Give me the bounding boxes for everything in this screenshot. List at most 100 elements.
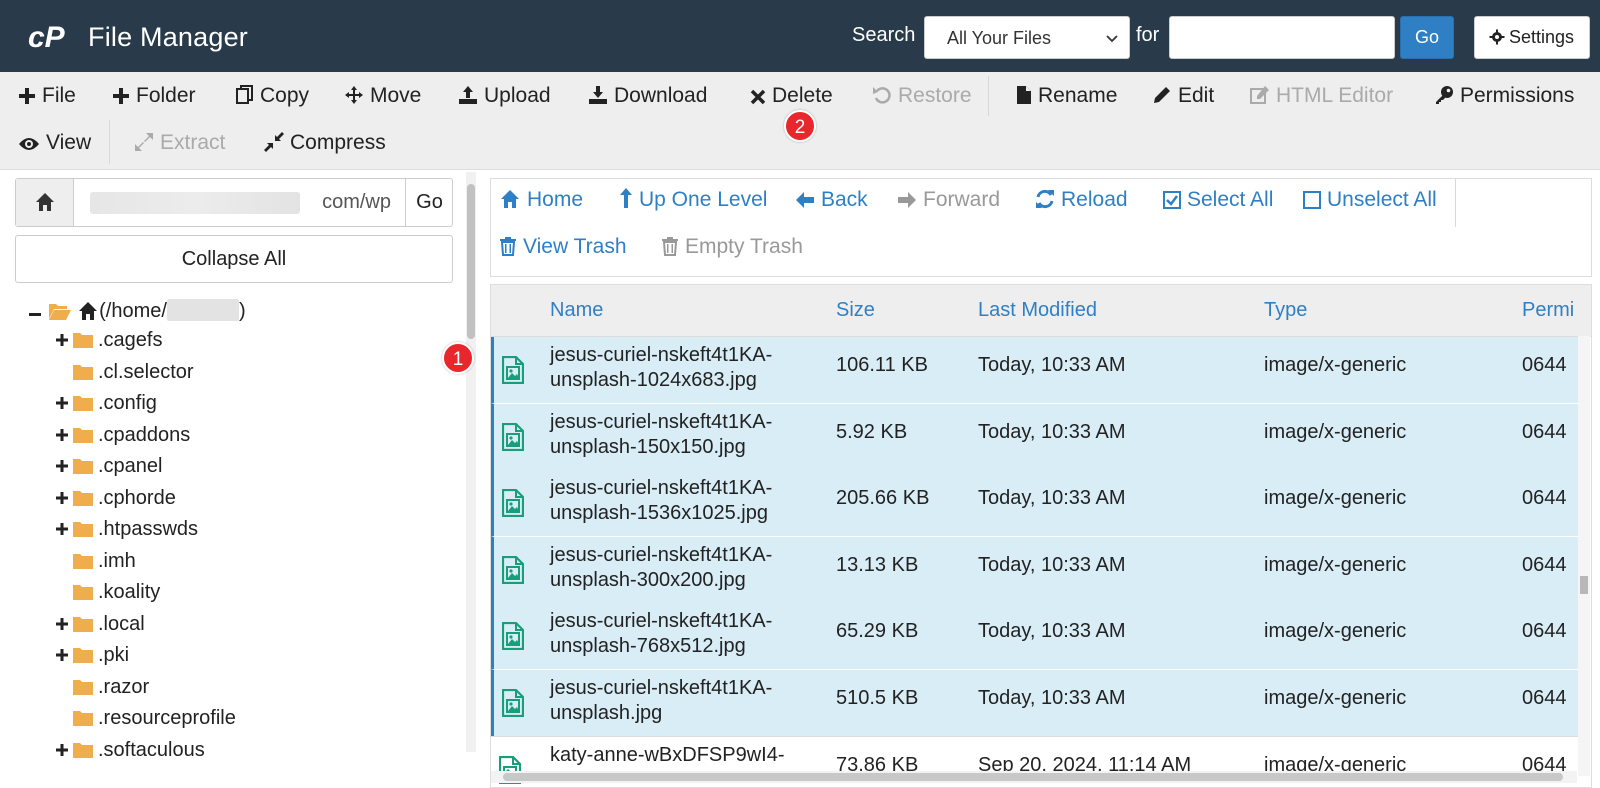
trash-icon [662,237,678,256]
document-icon [1017,86,1031,104]
unselect-all-button[interactable]: Unselect All [1303,185,1437,215]
download-label: Download [614,84,708,107]
collapse-all-button[interactable]: Collapse All [15,235,453,283]
search-scope-select[interactable]: All Your Files [924,16,1130,59]
path-home-button[interactable] [16,179,74,226]
file-type-cell: image/x-generic [1264,420,1407,443]
rename-button[interactable]: Rename [1016,81,1117,111]
file-name-cell[interactable]: jesus-curiel-nskeft4t1KA-unsplash-150x15… [550,410,810,460]
column-header-type[interactable]: Type [1264,299,1307,322]
tree-item-label: .cpanel [98,455,163,477]
reload-button[interactable]: Reload [1035,185,1128,215]
tree-root[interactable]: (/home/) [28,296,246,326]
copy-icon [236,85,253,104]
back-button[interactable]: Back [795,185,868,215]
top-header: cP File Manager Search All Your Files fo… [0,0,1600,72]
table-row[interactable]: jesus-curiel-nskeft4t1KA-unsplash-768x51… [491,603,1581,670]
file-name-line1: katy-anne-wBxDFSP9wI4- [550,744,785,766]
tree-item-label: .cagefs [98,329,163,351]
file-name-cell[interactable]: jesus-curiel-nskeft4t1KA-unsplash-768x51… [550,609,810,659]
extract-button[interactable]: Extract [134,128,225,158]
table-row[interactable]: jesus-curiel-nskeft4t1KA-unsplash-300x20… [491,536,1581,604]
new-file-label: File [42,84,76,107]
folder-icon [73,711,93,726]
table-h-scrollbar-thumb[interactable] [503,773,1563,781]
permissions-button[interactable]: Permissions [1434,81,1574,111]
image-file-icon [502,622,524,650]
view-label: View [46,131,92,154]
file-name-cell[interactable]: jesus-curiel-nskeft4t1KA-unsplash.jpg [550,676,810,726]
file-name-cell[interactable]: jesus-curiel-nskeft4t1KA-unsplash-1536x1… [550,476,810,526]
forward-button[interactable]: Forward [897,185,1000,215]
nav-divider [1455,179,1456,227]
home-icon [79,302,98,320]
tree-root-suffix: ) [238,300,246,322]
path-go-button[interactable]: Go [405,179,453,226]
nav-home-button[interactable]: Home [499,185,583,215]
image-file-icon [502,356,524,384]
html-editor-button[interactable]: HTML Editor [1250,81,1393,111]
settings-button[interactable]: Settings [1474,16,1590,59]
new-file-button[interactable]: File [18,81,76,111]
file-size-cell: 205.66 KB [836,487,930,509]
select-all-button[interactable]: Select All [1163,185,1273,215]
view-button[interactable]: View [18,128,91,158]
last-modified-cell: Today, 10:33 AM [978,420,1126,443]
column-header-name[interactable]: Name [550,299,603,322]
compress-button[interactable]: Compress [264,128,386,158]
table-horizontal-scrollbar[interactable] [491,771,1577,783]
column-header-last-modified[interactable]: Last Modified [978,299,1097,322]
folder-icon [73,459,93,474]
empty-trash-button[interactable]: Empty Trash [661,232,803,262]
image-file-icon [502,422,524,451]
file-name-line1: jesus-curiel-nskeft4t1KA- [550,610,773,632]
up-one-level-button[interactable]: Up One Level [619,185,767,215]
search-go-button[interactable]: Go [1400,16,1454,59]
view-trash-button[interactable]: View Trash [499,232,627,262]
copy-button[interactable]: Copy [236,81,309,111]
nav-home-label: Home [527,188,584,211]
new-folder-button[interactable]: Folder [112,81,196,111]
permissions-label: Permissions [1460,84,1575,107]
reload-label: Reload [1061,188,1128,211]
permissions-cell: 0644 [1522,553,1567,576]
folder-icon [73,490,93,506]
table-vertical-scrollbar[interactable] [1578,336,1590,776]
table-scrollbar-thumb[interactable] [1580,576,1588,594]
plus-icon [56,491,68,504]
table-row[interactable]: jesus-curiel-nskeft4t1KA-unsplash-150x15… [491,403,1581,471]
eye-icon [19,138,39,150]
table-row[interactable]: jesus-curiel-nskeft4t1KA-unsplash-1536x1… [491,470,1581,537]
restore-button[interactable]: Restore [872,81,972,111]
tree-item-label: .razor [98,675,150,698]
file-name-cell[interactable]: jesus-curiel-nskeft4t1KA-unsplash-1024x6… [550,343,810,393]
arrow-left-icon [796,192,814,208]
download-button[interactable]: Download [588,81,707,111]
delete-button[interactable]: Delete [750,81,833,111]
copy-label: Copy [260,84,310,107]
tree-item-label: .softaculous [98,738,205,761]
edit-label: Edit [1178,84,1215,107]
table-row[interactable]: jesus-curiel-nskeft4t1KA-unsplash-1024x6… [491,337,1581,404]
folder-icon [73,679,93,695]
last-modified-cell: Today, 10:33 AM [978,686,1126,709]
column-header-permissions[interactable]: Permi [1522,299,1574,322]
last-modified-cell: Today, 10:33 AM [978,620,1126,642]
file-type-cell: image/x-generic [1264,620,1407,642]
column-header-size[interactable]: Size [836,299,875,322]
table-row[interactable]: jesus-curiel-nskeft4t1KA-unsplash.jpg 510… [491,669,1581,737]
settings-label: Settings [1509,27,1575,47]
move-label: Move [370,84,422,107]
file-name-cell[interactable]: katy-anne-wBxDFSP9wI4- [550,743,810,768]
path-input[interactable]: com/wp [74,179,405,226]
permissions-cell: 0644 [1522,686,1567,709]
upload-button[interactable]: Upload [458,81,551,111]
search-input[interactable] [1169,16,1395,59]
edit-button[interactable]: Edit [1152,81,1214,111]
undo-icon [873,87,891,104]
file-name-cell[interactable]: jesus-curiel-nskeft4t1KA-unsplash-300x20… [550,543,810,593]
move-button[interactable]: Move [344,81,421,111]
tree-scrollbar-thumb[interactable] [467,184,475,339]
tree-scrollbar[interactable] [466,172,476,752]
folder-icon [73,396,93,411]
